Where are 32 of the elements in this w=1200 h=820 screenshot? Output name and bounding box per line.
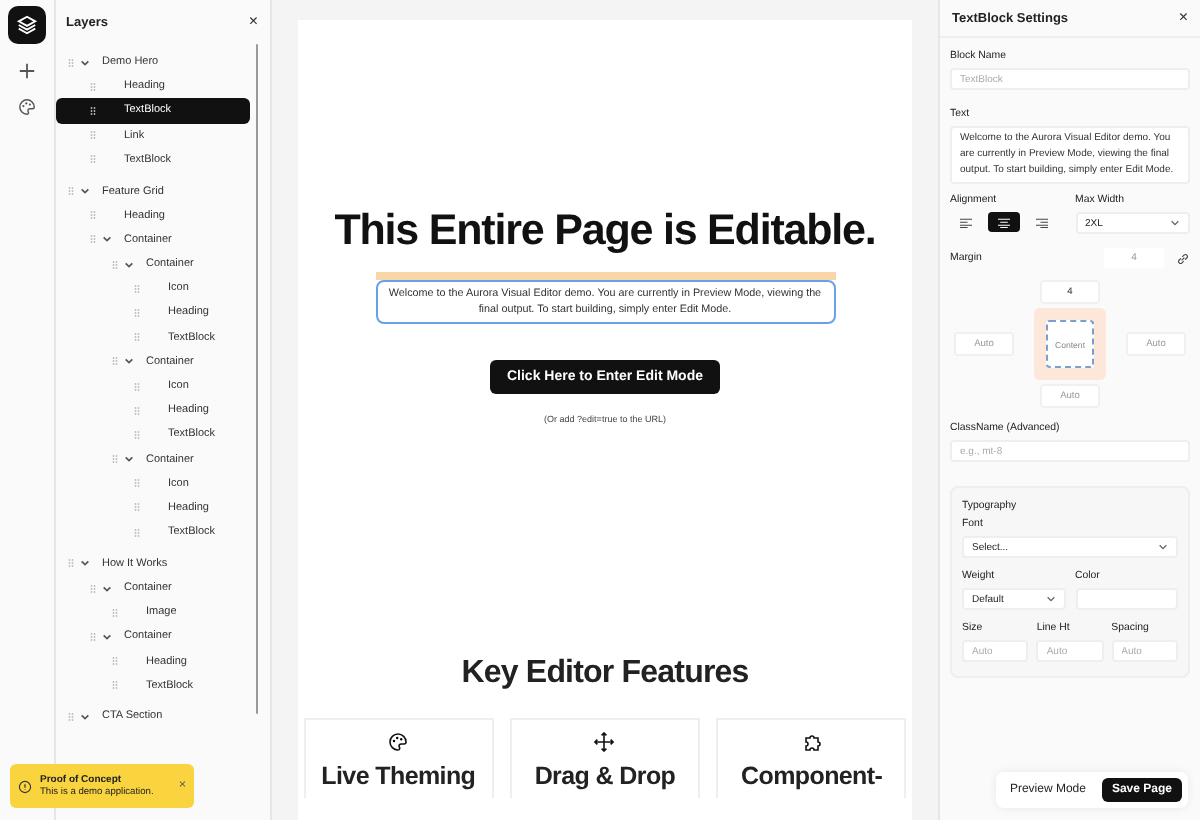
caret-icon[interactable]	[124, 356, 134, 367]
feature-title: Drag & Drop	[534, 762, 676, 791]
align-center-icon	[998, 217, 1010, 228]
layers-icon[interactable]	[8, 6, 46, 44]
caret-icon[interactable]	[102, 631, 112, 642]
plus-icon[interactable]	[18, 62, 36, 80]
palette-icon[interactable]	[18, 98, 36, 116]
align-left-icon	[960, 217, 972, 228]
caret-icon[interactable]	[102, 234, 112, 245]
caret-icon[interactable]	[80, 558, 90, 569]
align-right-icon	[1036, 217, 1048, 228]
caret-icon[interactable]	[124, 454, 134, 465]
palette-icon	[388, 732, 409, 753]
caret-icon[interactable]	[80, 711, 90, 722]
link-icon[interactable]	[1176, 251, 1190, 266]
caret-icon[interactable]	[102, 583, 112, 594]
chevron-down-icon	[1045, 594, 1055, 605]
caret-icon[interactable]	[80, 57, 90, 68]
align-center-button[interactable]	[988, 212, 1020, 233]
feature-title: Live Theming	[321, 762, 476, 791]
chevron-down-icon	[1158, 542, 1168, 553]
caret-icon[interactable]	[124, 259, 134, 270]
section-heading: Key Editor Features	[461, 656, 749, 693]
chevron-down-icon	[1170, 218, 1180, 229]
close-button[interactable]: ×	[1178, 10, 1188, 26]
move-icon	[594, 732, 615, 753]
feature-title: Component-	[741, 762, 883, 791]
close-button[interactable]: ×	[248, 14, 258, 30]
caret-icon[interactable]	[80, 186, 90, 197]
info-icon	[18, 779, 32, 793]
page-heading: This Entire Page is Editable.	[334, 206, 876, 256]
puzzle-icon	[801, 732, 822, 753]
